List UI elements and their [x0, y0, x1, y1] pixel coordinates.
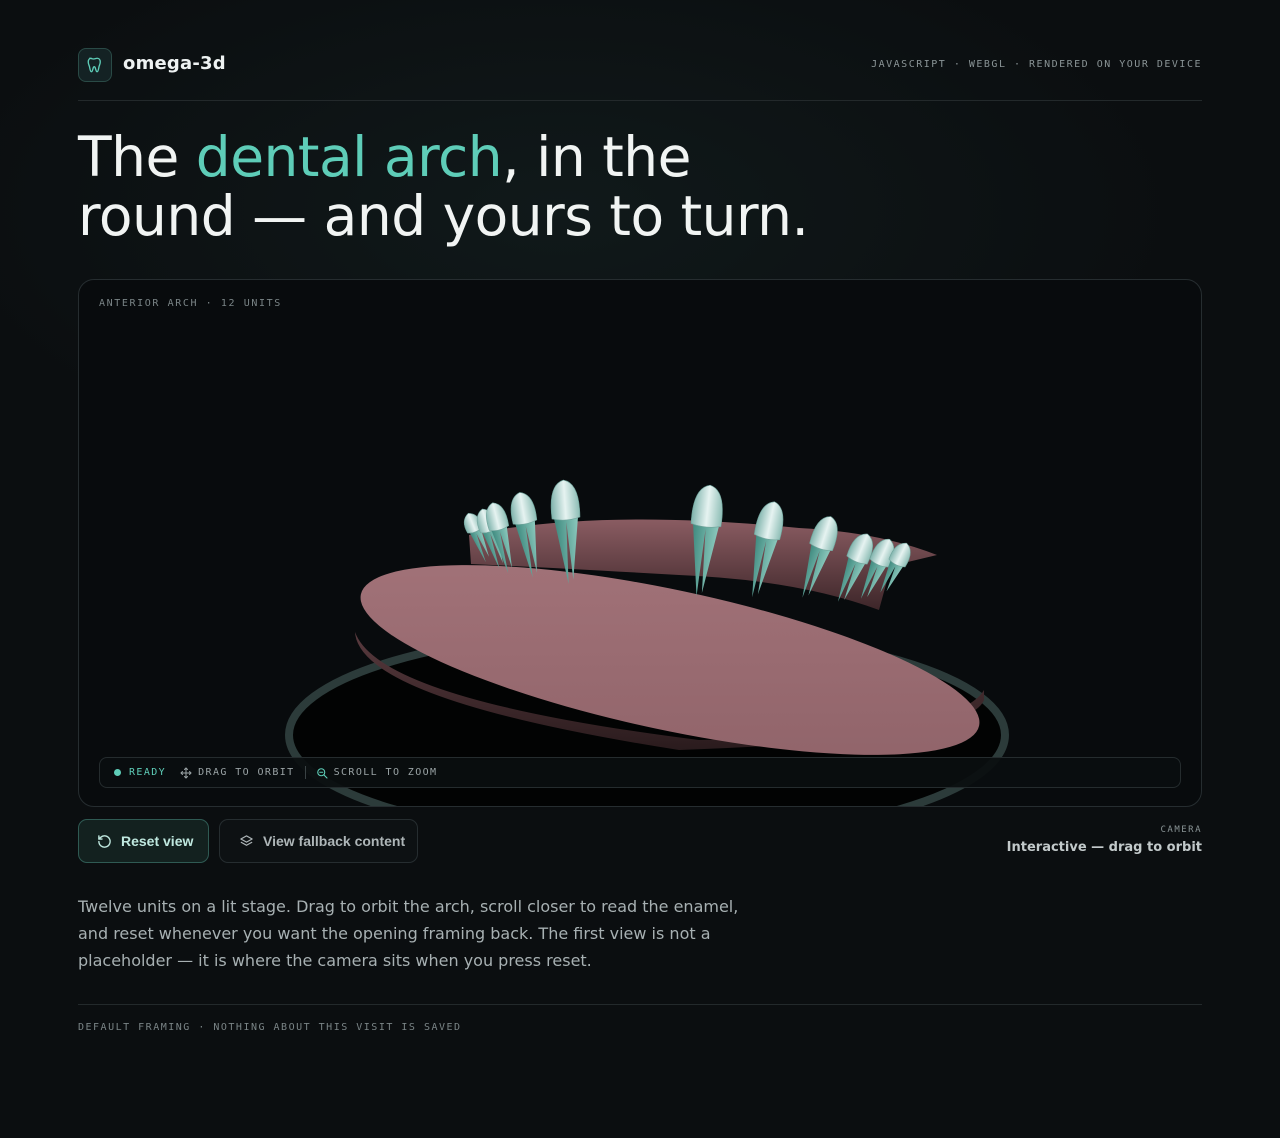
tech-tagline: JAVASCRIPT · WEBGL · RENDERED ON YOUR DE… [871, 59, 1202, 70]
status-zoom-hint: SCROLL TO ZOOM [333, 767, 438, 778]
camera-label: CAMERA [1160, 825, 1202, 835]
viewer-status-bar: READY DRAG TO ORBIT SCROLL TO ZOOM [99, 757, 1181, 788]
dental-arch-canvas[interactable] [79, 280, 1202, 807]
status-divider [304, 766, 306, 779]
status-orbit-hint: DRAG TO ORBIT [198, 767, 295, 778]
camera-info: CAMERA Interactive — drag to orbit [1007, 825, 1202, 855]
status-ready: READY [129, 767, 167, 778]
tooth-crown [550, 479, 581, 521]
footer-divider [78, 1004, 1202, 1005]
viewer-label: ANTERIOR ARCH · 12 UNITS [99, 298, 282, 309]
reset-view-button[interactable]: Reset view [78, 819, 209, 863]
footer-note: DEFAULT FRAMING · NOTHING ABOUT THIS VIS… [78, 1022, 462, 1033]
brand-name[interactable]: omega-3d [123, 53, 226, 74]
reset-view-label: Reset view [121, 833, 194, 849]
move-icon [180, 766, 192, 779]
ready-dot [114, 769, 121, 776]
layers-icon [240, 834, 253, 846]
view-fallback-button[interactable]: View fallback content [219, 819, 418, 863]
view-fallback-label: View fallback content [263, 833, 406, 849]
reset-icon [98, 834, 111, 848]
tooth-icon [78, 48, 112, 82]
camera-mode: Interactive — drag to orbit [1006, 840, 1202, 855]
title-accent: dental arch [195, 125, 503, 189]
title-prefix: The [78, 125, 196, 189]
zoom-icon [316, 767, 328, 779]
page-title: The dental arch, in the round — and your… [78, 128, 838, 246]
tooth-crown [690, 484, 723, 528]
3d-viewer[interactable]: ANTERIOR ARCH · 12 UNITS READY DRAG TO O… [78, 279, 1202, 807]
tooth-crown [510, 492, 538, 525]
site-header: omega-3d JAVASCRIPT · WEBGL · RENDERED O… [78, 48, 1202, 101]
description-text: Twelve units on a lit stage. Drag to orb… [78, 897, 739, 970]
